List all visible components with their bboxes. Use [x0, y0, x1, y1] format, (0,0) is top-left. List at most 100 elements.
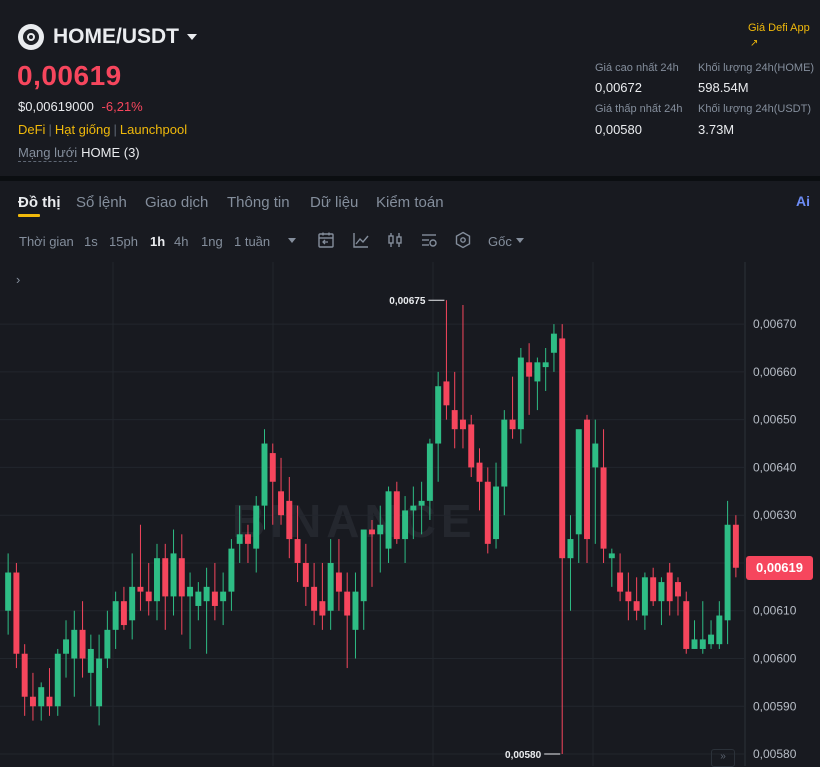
candle-body	[244, 534, 251, 544]
market-header: HOME/USDT 0,00619 $0,00619000 -6,21% DeF…	[0, 0, 820, 176]
candle-body	[302, 562, 309, 587]
usd-price-row: $0,00619000 -6,21%	[18, 99, 143, 114]
tab-audit[interactable]: Kiểm toán	[376, 194, 444, 211]
interval-1h[interactable]: 1h	[150, 234, 165, 249]
candle-body	[691, 639, 698, 649]
candle-body	[633, 601, 640, 611]
candle-body	[418, 500, 425, 506]
candle-body	[79, 629, 86, 659]
candle-body	[584, 419, 590, 540]
y-tick-label: 0,00580	[753, 747, 797, 761]
interval-1s[interactable]: 1s	[84, 234, 98, 249]
candle-body	[608, 553, 615, 559]
candle-body	[253, 505, 260, 549]
candle-body	[195, 591, 202, 606]
network-row: Mạng lưới HOME (3)	[18, 145, 140, 162]
candle-body	[641, 577, 648, 616]
candle-body	[137, 586, 144, 592]
tag-defi[interactable]: DeFi	[18, 122, 45, 137]
network-label[interactable]: Mạng lưới	[18, 145, 78, 162]
candle-body	[96, 658, 103, 707]
candle-body	[675, 582, 681, 597]
candle-body	[625, 591, 632, 602]
candle-body	[443, 381, 450, 406]
price-mode-chevron-icon[interactable]	[516, 238, 524, 243]
active-tab-indicator	[18, 214, 40, 217]
candle-body	[236, 534, 243, 544]
candle-body	[13, 572, 20, 654]
defi-app-price-link[interactable]: Giá Defi App	[748, 22, 810, 34]
calendar-range-icon[interactable]	[317, 231, 335, 249]
high-marker-label: 0,00675	[389, 296, 426, 307]
indicators-icon[interactable]	[420, 231, 438, 249]
tab-data[interactable]: Dữ liệu	[310, 194, 358, 211]
tag-seed[interactable]: Hạt giống	[55, 122, 111, 137]
candle-body	[650, 577, 657, 602]
y-tick-label: 0,00610	[753, 604, 797, 618]
volume-home-label: Khối lượng 24h(HOME)	[698, 62, 815, 74]
candle-body	[71, 629, 78, 659]
more-intervals-chevron-icon[interactable]	[288, 238, 296, 243]
candle-body	[708, 634, 715, 645]
candle-body	[220, 591, 227, 602]
candle-body	[550, 333, 557, 353]
candle-body	[658, 582, 665, 602]
market-tabs: Đồ thị Sổ lệnh Giao dịch Thông tin Dữ li…	[0, 189, 820, 219]
candlestick-icon[interactable]	[386, 231, 404, 249]
last-price: 0,00619	[17, 60, 122, 91]
candle-body	[38, 687, 45, 707]
external-link-icon[interactable]: ↗	[750, 38, 758, 49]
current-price-tag: 0,00619	[746, 555, 813, 580]
low-marker-label: 0,00580	[505, 750, 542, 761]
candlestick-chart[interactable]: BINANCE 0,00675 0,00580 0,00670 0,00660 0,0…	[0, 262, 820, 767]
candle-body	[666, 572, 673, 602]
candle-body	[120, 601, 127, 626]
tab-info[interactable]: Thông tin	[227, 194, 290, 211]
candle-body	[732, 524, 739, 568]
interval-1d[interactable]: 1ng	[201, 234, 223, 249]
tag-launchpool[interactable]: Launchpool	[120, 122, 187, 137]
expand-panel-chevron-icon[interactable]: ›	[16, 272, 20, 287]
candle-body	[269, 453, 276, 482]
candle-body	[724, 524, 731, 621]
candle-body	[600, 467, 607, 549]
settings-hexagon-icon[interactable]	[454, 231, 472, 249]
interval-15m[interactable]: 15ph	[109, 234, 138, 249]
pair-name[interactable]: HOME/USDT	[53, 25, 179, 49]
volume-home-value: 598.54M	[698, 80, 749, 95]
y-tick-label: 0,00650	[753, 413, 797, 427]
candle-body	[542, 362, 549, 368]
candle-body	[476, 462, 483, 482]
y-tick-label: 0,00640	[753, 460, 797, 474]
line-chart-icon[interactable]	[352, 231, 370, 249]
volume-usdt-label: Khối lượng 24h(USDT)	[698, 103, 812, 115]
tab-chart[interactable]: Đồ thị	[18, 194, 61, 211]
scroll-to-latest-button[interactable]: »	[711, 749, 735, 767]
low-24h-label: Giá thấp nhất 24h	[595, 103, 683, 115]
chevron-down-icon[interactable]	[187, 34, 197, 40]
candle-body	[112, 601, 119, 630]
price-axis: 0,00670 0,00660 0,00650 0,00640 0,00630 0,006…	[753, 317, 797, 761]
ai-button[interactable]: Ai	[796, 193, 810, 209]
candle-body	[699, 639, 706, 649]
interval-4h[interactable]: 4h	[174, 234, 188, 249]
network-value: HOME (3)	[81, 145, 140, 160]
candle-body	[170, 553, 177, 597]
price-mode-select[interactable]: Gốc	[488, 234, 512, 249]
candle-body	[21, 653, 28, 697]
candle-body	[104, 629, 111, 659]
tab-order-book[interactable]: Sổ lệnh	[76, 194, 127, 211]
chart-canvas[interactable]: 0,006750,00580 0,006700,006600,006500,00…	[0, 262, 820, 766]
candle-body	[435, 386, 442, 444]
candle-body	[509, 419, 516, 430]
candle-body	[617, 572, 624, 592]
candle-body	[286, 500, 293, 540]
candle-body	[327, 562, 334, 611]
tab-trades[interactable]: Giao dịch	[145, 194, 208, 211]
interval-1w[interactable]: 1 tuần	[234, 234, 270, 249]
candle-body	[203, 586, 210, 602]
candle-body	[162, 558, 169, 597]
candle-body	[187, 586, 194, 597]
candle-body	[402, 510, 409, 540]
pair-selector[interactable]: HOME/USDT	[18, 24, 197, 50]
